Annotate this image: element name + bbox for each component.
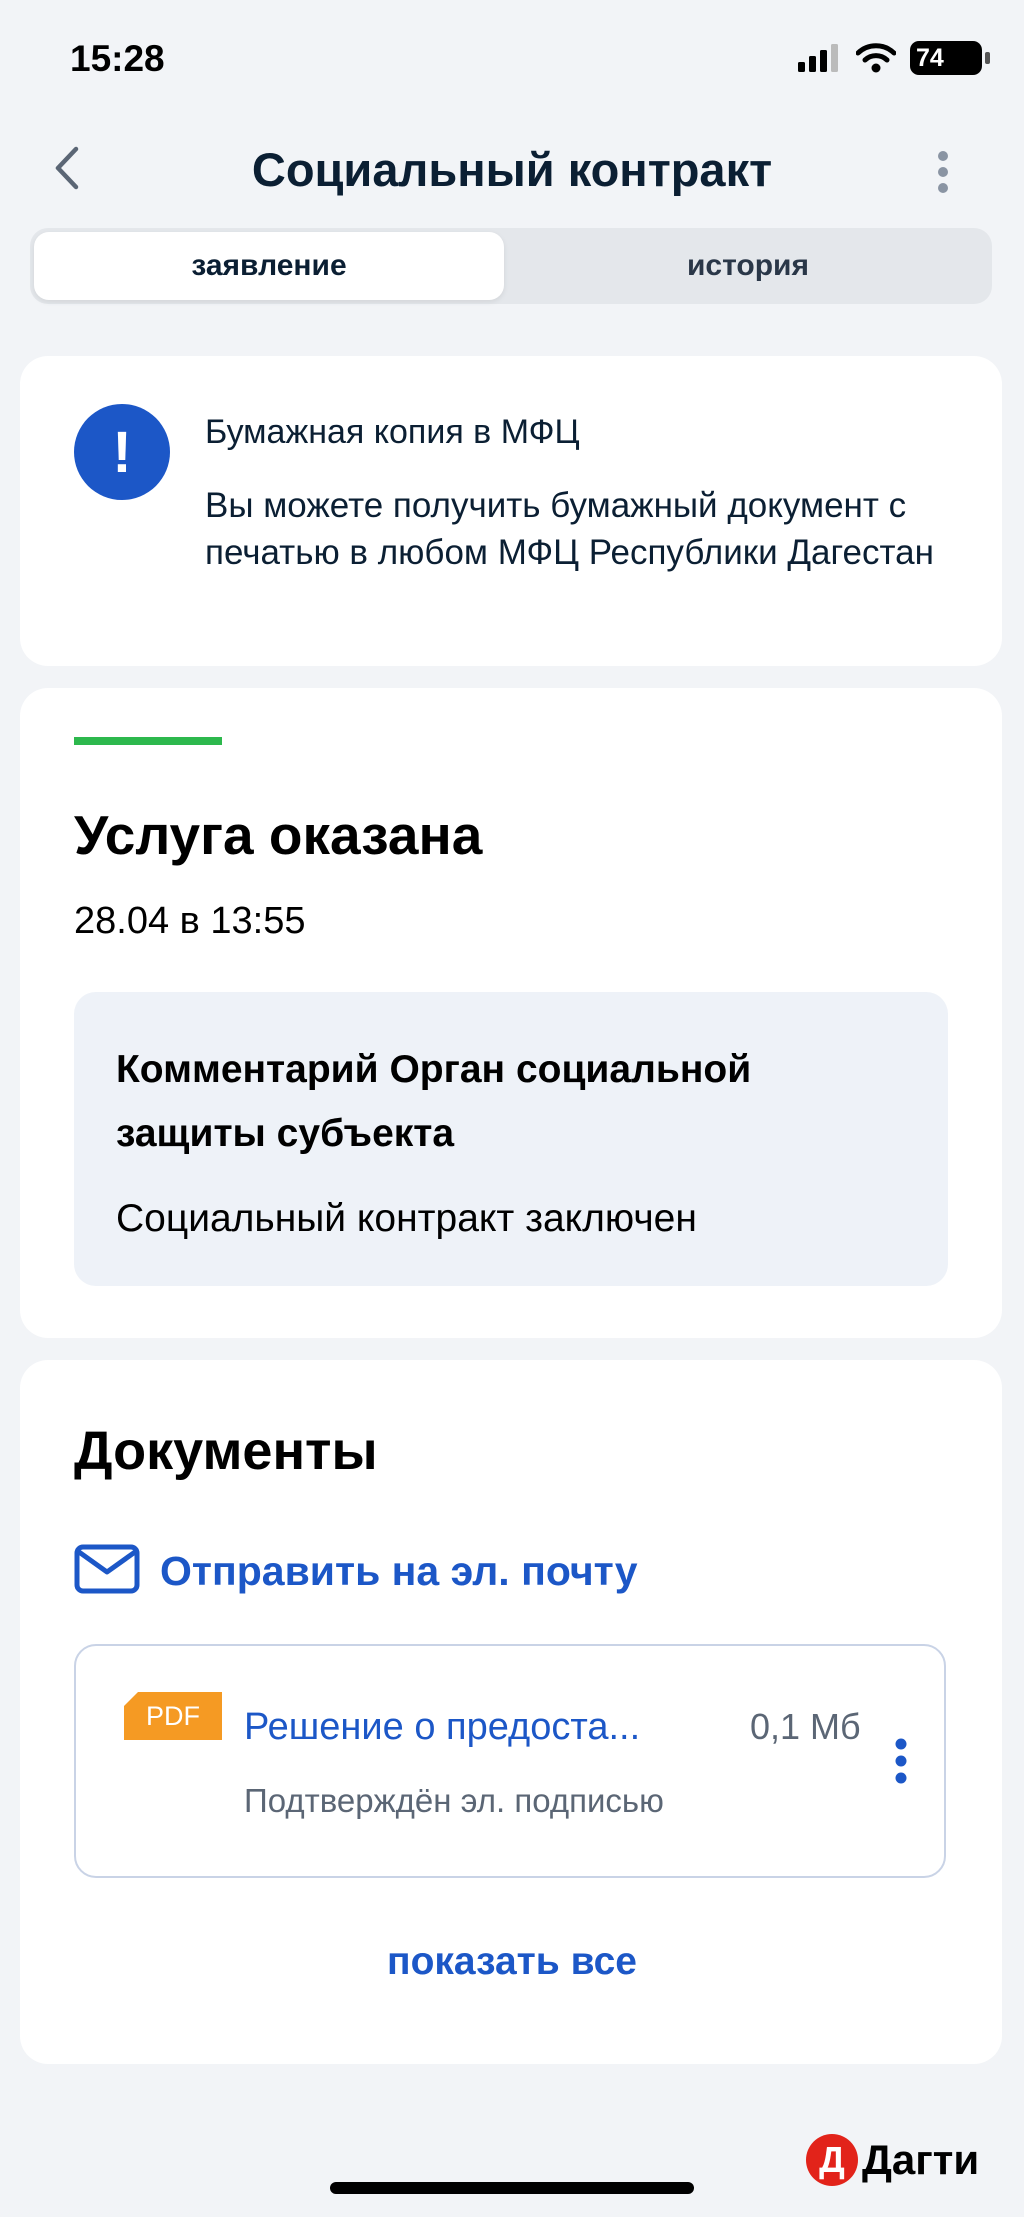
file-size: 0,1 Мб <box>750 1706 861 1747</box>
tab-switcher: заявление история <box>30 228 992 304</box>
watermark-letter: Д <box>806 2134 858 2186</box>
file-name-link[interactable]: Решение о предоста... <box>244 1706 640 1749</box>
documents-title: Документы <box>74 1421 378 1481</box>
mail-icon[interactable] <box>74 1544 140 1594</box>
info-title: Бумажная копия в МФЦ <box>205 413 580 451</box>
show-all-link[interactable]: показать все <box>0 1940 1024 1984</box>
comment-text: Социальный контракт заключен <box>116 1197 697 1240</box>
home-indicator <box>330 2182 694 2194</box>
status-title: Услуга оказана <box>74 804 483 866</box>
page-title: Социальный контракт <box>251 143 773 196</box>
watermark-text: Дагти <box>862 2136 980 2183</box>
file-item[interactable] <box>74 1644 946 1878</box>
info-text: Вы можете получить бумажный документ с п… <box>205 486 934 572</box>
send-email-link[interactable]: Отправить на эл. почту <box>160 1548 638 1595</box>
status-date: 28.04 в 13:55 <box>74 900 306 942</box>
status-accent-line <box>74 737 222 745</box>
status-icons: 74 <box>798 40 990 76</box>
file-more-icon[interactable] <box>894 1738 908 1784</box>
tab-history[interactable]: история <box>508 232 988 300</box>
more-vertical-icon[interactable] <box>936 150 950 194</box>
pdf-badge: PDF <box>124 1692 222 1740</box>
exclamation-icon: ! <box>74 404 170 500</box>
wifi-icon <box>856 43 896 73</box>
battery-indicator: 74 <box>910 41 990 75</box>
tab-application[interactable]: заявление <box>34 232 504 300</box>
comment-title: Комментарий Орган социальной защиты субъ… <box>116 1048 752 1155</box>
watermark-logo: Д Дагти <box>806 2134 979 2186</box>
signal-icon <box>798 44 838 72</box>
status-time: 15:28 <box>70 38 165 79</box>
file-signature-status: Подтверждён эл. подписью <box>244 1782 664 1819</box>
